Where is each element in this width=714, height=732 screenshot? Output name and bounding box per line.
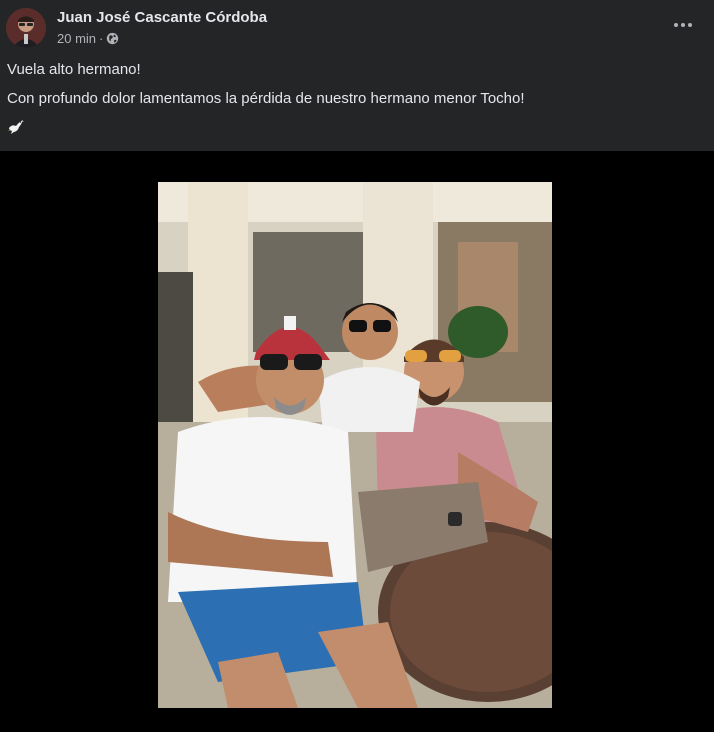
post-meta: 20 min · (57, 31, 119, 46)
dove-icon (7, 118, 25, 136)
meta-separator: · (99, 31, 104, 46)
post-text-line-1: Vuela alto hermano! (7, 61, 141, 78)
author-name[interactable]: Juan José Cascante Córdoba (57, 9, 267, 26)
more-options-icon[interactable] (672, 14, 694, 36)
author-avatar[interactable] (6, 8, 46, 48)
post-text-line-2: Con profundo dolor lamentamos la pérdida… (7, 90, 525, 107)
post-media[interactable] (0, 151, 714, 732)
globe-icon[interactable] (106, 32, 119, 45)
post-header: Juan José Cascante Córdoba 20 min · (0, 0, 714, 58)
post-photo[interactable] (158, 182, 552, 708)
post-time[interactable]: 20 min (57, 31, 96, 46)
